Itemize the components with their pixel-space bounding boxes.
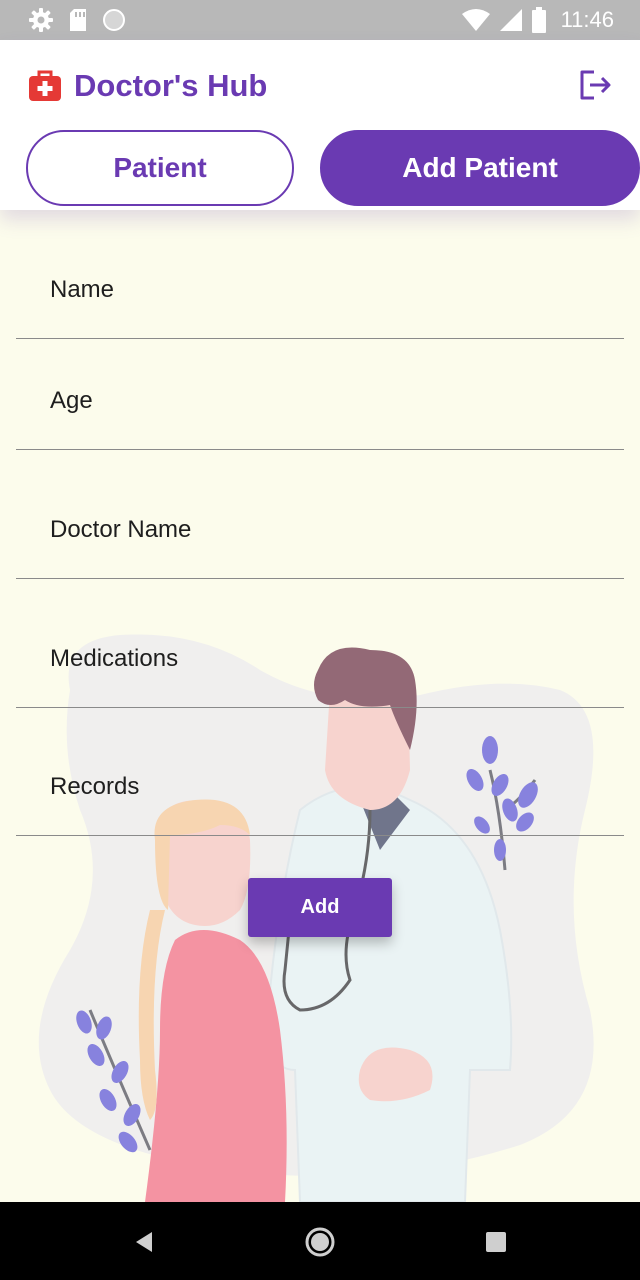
tab-add-patient-label: Add Patient	[402, 152, 558, 183]
sync-circle-icon	[103, 9, 125, 31]
status-bar: 11:46	[0, 0, 640, 40]
medications-input[interactable]	[50, 639, 610, 679]
status-time: 11:46	[560, 7, 614, 32]
back-triangle-icon[interactable]	[128, 1226, 160, 1258]
add-button[interactable]: Add	[248, 878, 392, 937]
wifi-icon	[461, 9, 490, 31]
records-input[interactable]	[50, 767, 610, 807]
battery-icon	[531, 7, 546, 33]
app-header: Doctor's Hub Patient Add Patient	[0, 40, 640, 210]
tab-patient[interactable]: Patient	[26, 130, 294, 206]
logout-icon[interactable]	[578, 68, 612, 102]
sd-card-icon	[70, 9, 86, 31]
doctor-name-field	[16, 450, 624, 579]
brand: Doctor's Hub	[28, 68, 267, 104]
name-input[interactable]	[50, 270, 610, 310]
app-title: Doctor's Hub	[74, 68, 268, 103]
medications-field	[16, 579, 624, 708]
first-aid-kit-icon	[29, 70, 61, 101]
home-circle-icon[interactable]	[304, 1226, 336, 1258]
signal-icon	[499, 9, 522, 31]
add-patient-form: Add	[0, 210, 640, 1202]
navigation-bar	[0, 1202, 640, 1280]
tab-patient-label: Patient	[113, 152, 207, 183]
age-input[interactable]	[50, 381, 610, 421]
settings-icon	[29, 8, 53, 32]
age-field	[16, 321, 624, 450]
doctor-name-input[interactable]	[50, 510, 610, 550]
name-field	[16, 210, 624, 339]
recents-square-icon[interactable]	[480, 1226, 512, 1258]
tab-add-patient[interactable]: Add Patient	[320, 130, 640, 206]
records-field	[16, 707, 624, 836]
